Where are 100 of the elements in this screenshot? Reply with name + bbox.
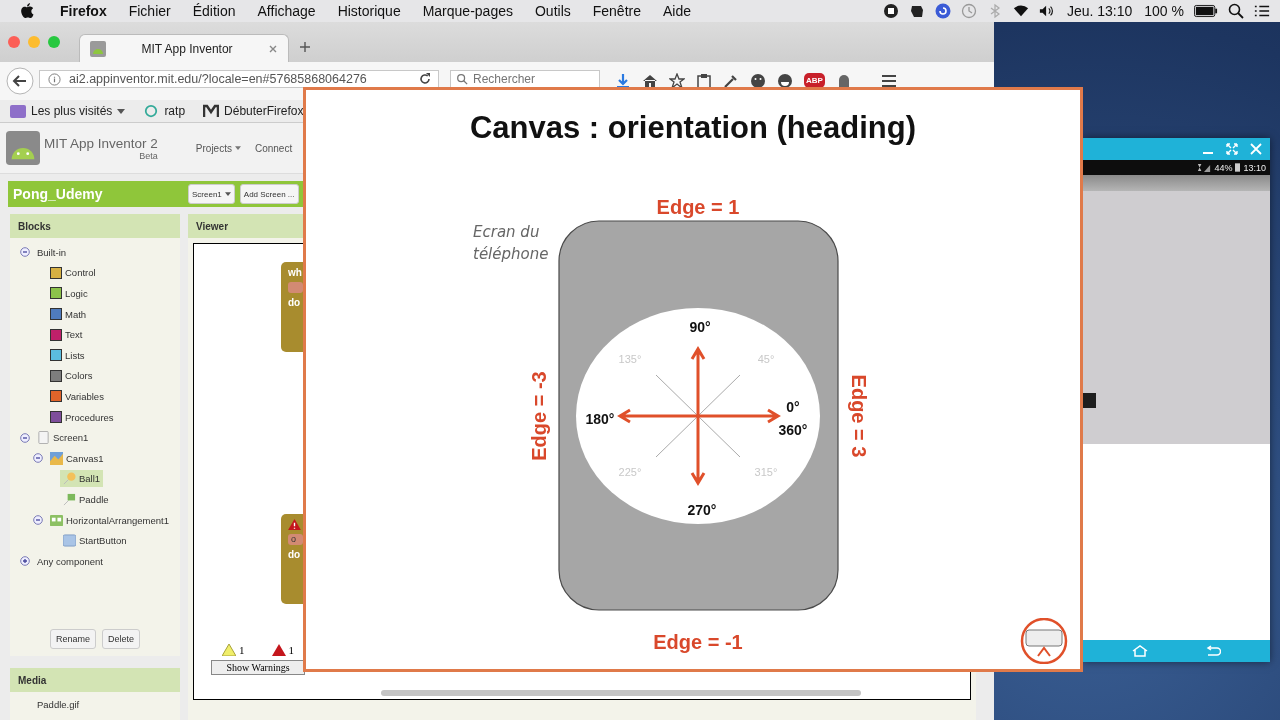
menu-icon[interactable] xyxy=(880,73,897,89)
tree-item[interactable]: Math xyxy=(47,306,90,323)
menu-item[interactable]: Affichage xyxy=(257,3,316,19)
phone-icon xyxy=(37,431,50,445)
info-icon xyxy=(48,72,61,86)
panel-header: Blocks xyxy=(10,214,180,238)
button-icon xyxy=(63,534,76,548)
clipboard-icon[interactable] xyxy=(696,73,712,89)
panel-button[interactable]: Rename xyxy=(49,629,96,649)
search-icon xyxy=(456,73,468,85)
tree-item[interactable]: Ball1 xyxy=(60,470,104,488)
reload-icon[interactable] xyxy=(418,72,432,86)
tree-item[interactable]: HorizontalArrangement1 xyxy=(47,511,172,529)
scrollbar-thumb[interactable] xyxy=(381,690,861,696)
tree-item[interactable]: Any component xyxy=(34,553,106,569)
url-field[interactable]: ai2.appinventor.mit.edu/?locale=en#57685868064276 xyxy=(39,70,439,88)
panel-button[interactable]: Delete xyxy=(102,629,140,649)
angle-label: 180° xyxy=(585,411,615,427)
tree-item[interactable]: Lists xyxy=(47,347,88,364)
code-block[interactable]: o do xyxy=(281,514,303,604)
show-warnings-button[interactable]: Show Warnings xyxy=(211,660,305,675)
angle-label: 360° xyxy=(778,422,808,438)
tree-item[interactable]: Colors xyxy=(47,367,96,384)
folder-icon xyxy=(10,104,26,118)
search-icon[interactable] xyxy=(1228,3,1244,19)
refresh-icon[interactable] xyxy=(934,3,951,19)
tree-item[interactable]: Logic xyxy=(47,285,91,302)
error-icon xyxy=(288,519,301,530)
angle-label: 90° xyxy=(689,319,711,335)
tree-item[interactable]: Built-in xyxy=(34,244,70,260)
m-logo-icon xyxy=(203,104,220,118)
media-file[interactable]: Paddle.gif xyxy=(37,699,80,710)
menu-item[interactable]: Outils xyxy=(534,3,571,19)
menubar-clock[interactable]: Jeu. 13:10 xyxy=(1066,3,1133,19)
expand-toggle-icon[interactable] xyxy=(20,556,30,567)
tree-item[interactable]: StartButton xyxy=(60,532,130,550)
tree-item[interactable]: Canvas1 xyxy=(47,449,107,467)
add-screen-button[interactable]: Add Screen ... xyxy=(239,184,299,204)
new-tab-icon[interactable] xyxy=(299,41,311,53)
phone-battery-percentage: 44% xyxy=(1214,162,1233,173)
apple-icon[interactable] xyxy=(20,3,34,19)
battery-icon[interactable] xyxy=(1194,3,1218,19)
paddle-sprite xyxy=(1083,393,1096,408)
face-icon[interactable] xyxy=(777,73,793,89)
canvas-icon xyxy=(50,451,63,465)
wifi-icon[interactable] xyxy=(1012,3,1029,19)
bookmark[interactable]: DébuterFirefox xyxy=(203,104,304,118)
caret-icon xyxy=(117,108,126,114)
arrangement-icon xyxy=(50,513,63,527)
tree-item[interactable]: Procedures xyxy=(47,409,117,426)
browser-tab[interactable]: MIT App Inventor xyxy=(79,34,289,62)
panel-header: Media xyxy=(10,668,180,692)
warning-icon xyxy=(222,644,236,656)
edge-label: Edge = -3 xyxy=(528,371,550,461)
ball-icon xyxy=(63,472,76,486)
bookmark[interactable]: Les plus visités xyxy=(10,104,126,118)
expand-toggle-icon[interactable] xyxy=(33,453,43,464)
sprite-icon xyxy=(63,492,76,506)
screen-dropdown[interactable]: Screen1 xyxy=(188,184,235,204)
bookmark[interactable]: ratp xyxy=(143,104,186,118)
menu-item[interactable]: Aide xyxy=(663,3,692,19)
angle-label: 270° xyxy=(687,502,717,518)
expand-toggle-icon[interactable] xyxy=(33,515,43,525)
tree-item[interactable]: Screen1 xyxy=(34,429,92,447)
menu-item[interactable]: Historique xyxy=(337,3,401,19)
tree-item[interactable]: Text xyxy=(47,326,86,343)
record-icon[interactable] xyxy=(882,3,899,19)
star-icon[interactable] xyxy=(669,73,685,89)
expand-toggle-icon[interactable] xyxy=(20,432,30,443)
back-button[interactable] xyxy=(6,67,34,95)
battery-percentage[interactable]: 100 % xyxy=(1144,3,1184,19)
caret-icon xyxy=(234,146,241,150)
close-icon[interactable] xyxy=(268,43,278,54)
app-title: MIT App Inventor 2 xyxy=(44,135,158,151)
menu-item[interactable]: Fenêtre xyxy=(592,3,641,19)
tree-item[interactable]: Variables xyxy=(47,388,107,405)
angle-label: 0° xyxy=(786,399,800,415)
search-field[interactable]: Rechercher xyxy=(450,70,600,88)
warning-count: 1 xyxy=(239,644,245,656)
project-name: Pong_Udemy xyxy=(13,186,104,202)
home-icon[interactable] xyxy=(642,73,658,89)
menu-item[interactable]: Marque-pages xyxy=(422,3,513,19)
tree-item[interactable]: Control xyxy=(47,264,99,281)
app-menu[interactable]: Firefox xyxy=(60,3,107,19)
error-icon xyxy=(271,644,286,656)
expand-toggle-icon[interactable] xyxy=(20,247,30,258)
nav-menu[interactable]: Projects xyxy=(195,142,241,154)
signal-icon xyxy=(1197,163,1212,172)
menu-item[interactable]: Édition xyxy=(192,3,236,19)
dropper-icon[interactable] xyxy=(723,73,739,89)
battery-icon xyxy=(1235,163,1241,172)
error-count: 1 xyxy=(288,644,294,656)
list-icon[interactable] xyxy=(1254,3,1270,19)
tree-item[interactable]: Paddle xyxy=(60,490,112,508)
smiley-icon[interactable] xyxy=(750,73,766,89)
volume-icon[interactable] xyxy=(1038,3,1055,19)
android-icon xyxy=(90,40,106,57)
nav-menu[interactable]: Connect xyxy=(254,142,293,154)
menu-item[interactable]: Fichier xyxy=(128,3,171,19)
slide-title: Canvas : orientation (heading) xyxy=(468,110,918,146)
